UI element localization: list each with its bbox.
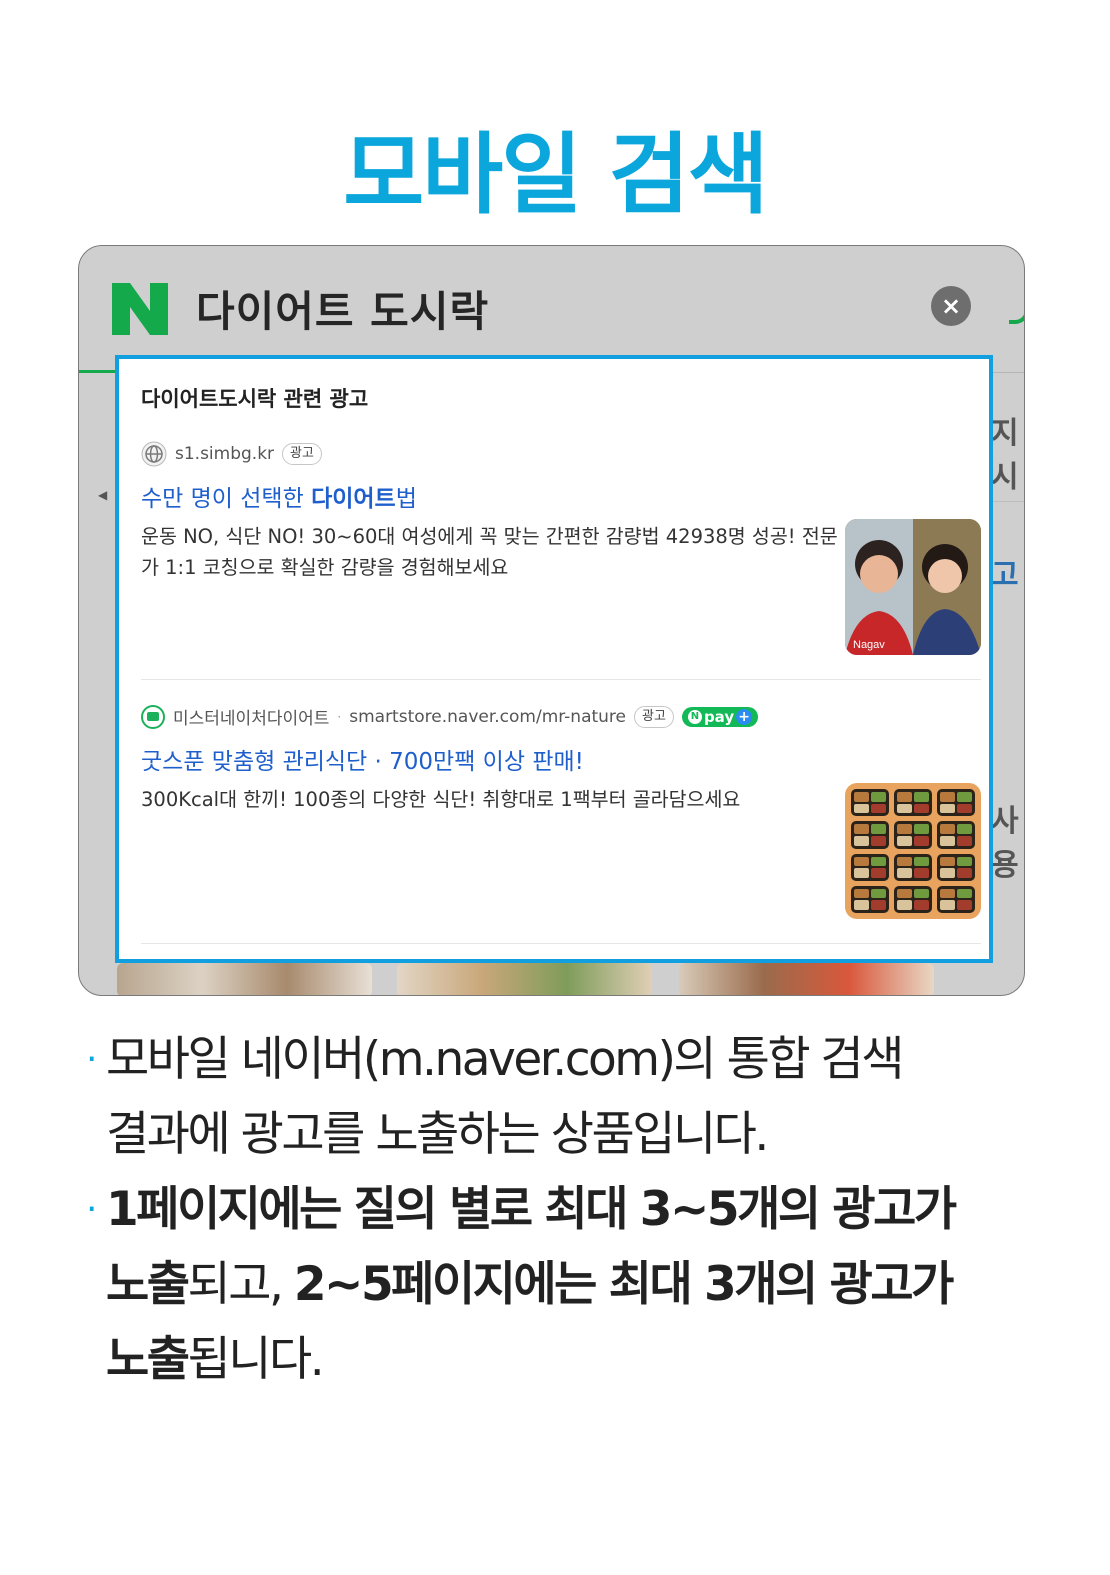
page-title: 모바일 검색 [343,123,768,226]
ad-title-link[interactable]: 굿스푼 맞춤형 관리식단 · 700만팩 이상 판매! [141,742,584,776]
lunchbox-grid-icon [845,783,981,919]
ad-divider [141,943,981,944]
description-bullets: · 모바일 네이버(m.naver.com)의 통합 검색 결과에 광고를 노출… [86,1022,1046,1397]
background-text-fragment: 지시 [991,416,1019,495]
separator: · [337,709,342,724]
ad-badge: 광고 [282,443,322,465]
food-thumbnail[interactable] [397,963,652,995]
ad-source-row[interactable]: s1.simbg.kr 광고 [141,441,322,467]
ad-thumbnail-image[interactable]: Nagav [845,519,981,655]
people-photo-icon [845,519,981,655]
ad-source-row[interactable]: 미스터네이처다이어트 · smartstore.naver.com/mr-nat… [141,704,759,729]
plus-icon: + [736,708,753,725]
background-text-fragment: 고 [991,558,1019,593]
bullet-text-line: 노출되고, 2~5페이지에는 최대 3개의 광고가 [106,1247,1046,1322]
bullet-text-line: 노출됩니다. [106,1322,1046,1397]
food-thumbnail[interactable] [117,963,372,995]
divider [991,501,1024,502]
globe-icon [141,441,167,467]
bullet-text: 되고, [187,1257,294,1312]
naver-logo-icon[interactable] [112,283,168,335]
tab-underline [79,370,119,373]
emphasis-text: 노출 [106,1257,190,1312]
npay-n-icon: N [687,709,702,724]
green-icon-fragment [1009,292,1024,324]
bullet-text: 모바일 네이버(m.naver.com)의 통합 검색 [106,1032,905,1087]
ad-title-text: 법 [395,486,417,512]
arrow-left-icon: ◀ [98,488,108,502]
ad-divider [141,679,981,680]
ad-description: 운동 NO, 식단 NO! 30~60대 여성에게 꼭 맞는 간편한 감량법 4… [141,525,838,579]
thumbnail-logo-text: Nagav [853,639,885,651]
ad-title-keyword: 다이어트 [311,486,396,512]
ad-title-text: 수만 명이 선택한 [141,486,312,512]
bullet-text: 1페이지에는 질의 별로 최대 3~5개의 광고가 [106,1182,957,1237]
store-icon [141,704,165,729]
bullet-item: · 1페이지에는 질의 별로 최대 3~5개의 광고가 노출되고, 2~5페이지… [86,1172,1046,1397]
ad-description: 300Kcal대 한끼! 100종의 다양한 식단! 취향대로 1팩부터 골라담… [141,788,741,811]
divider [991,372,1024,373]
npay-label: pay [703,707,735,726]
bullet-text: 결과에 광고를 노출하는 상품입니다. [106,1107,769,1162]
food-thumbnail[interactable] [679,963,934,995]
ad-domain[interactable]: smartstore.naver.com/mr-nature [349,707,626,727]
related-ads-panel: 다이어트도시락 관련 광고 s1.simbg.kr 광고 수만 명이 선택한 다… [115,355,993,963]
bullet-text: 됩니다. [187,1332,324,1387]
bullet-dot: · [86,1189,97,1230]
search-screenshot: 다이어트 도시락 × ◀ 지시 고 사용 다이어트도시락 관련 광고 s1.si… [78,245,1025,996]
store-name[interactable]: 미스터네이처다이어트 [173,704,329,729]
emphasis-text: 노출 [106,1332,190,1387]
emphasis-text: 2~5페이지에는 최대 3개의 광고가 [293,1257,954,1312]
bullet-item: · 모바일 네이버(m.naver.com)의 통합 검색 결과에 광고를 노출… [86,1022,1046,1172]
npay-badge: N pay + [681,706,759,727]
search-query[interactable]: 다이어트 도시락 [196,278,489,339]
bullet-dot: · [86,1039,97,1080]
ad-domain[interactable]: s1.simbg.kr [175,444,274,464]
ad-title-link[interactable]: 수만 명이 선택한 다이어트법 [141,479,417,513]
background-text-fragment: 사용 [991,804,1019,883]
ads-heading: 다이어트도시락 관련 광고 [141,387,369,411]
clear-search-button[interactable]: × [931,286,971,326]
ad-badge: 광고 [634,705,674,728]
ad-thumbnail-image[interactable] [845,783,981,919]
